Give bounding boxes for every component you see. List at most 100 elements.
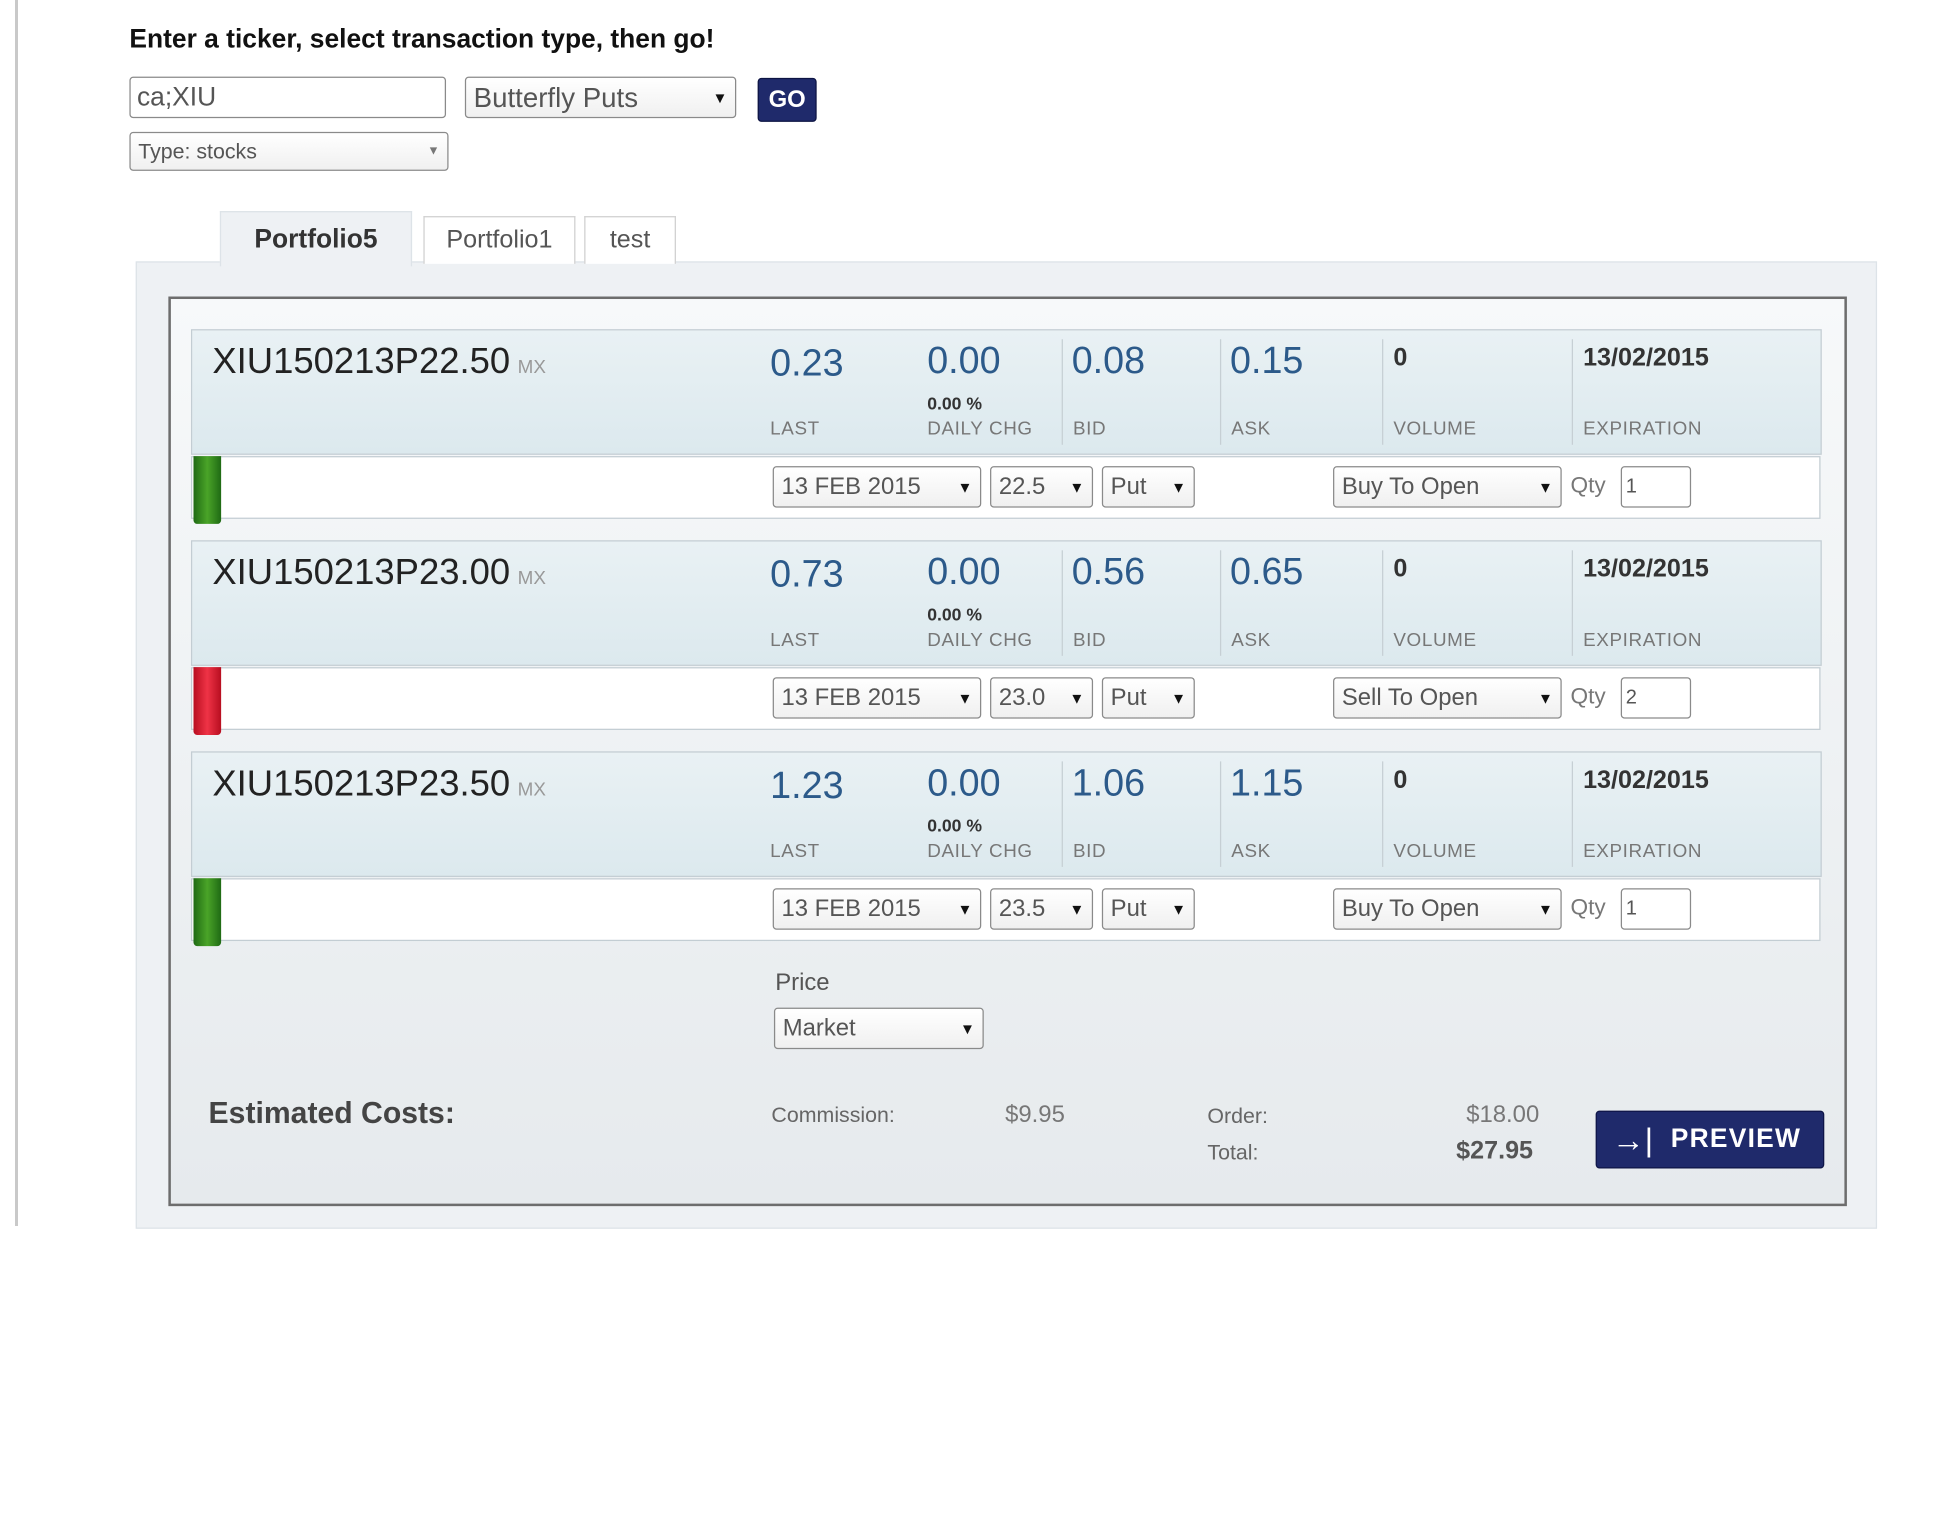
daily-change-pct: 0.00 % (927, 604, 982, 625)
daily-chg-caption: DAILY CHG (927, 840, 1033, 862)
tab-portfolio5[interactable]: Portfolio5 (219, 211, 413, 267)
preview-label: PREVIEW (1670, 1124, 1802, 1154)
ask-price: 1.15 (1230, 762, 1304, 805)
last-caption: LAST (770, 629, 820, 651)
expiration-value: 13/02/2015 (1583, 766, 1709, 795)
symbol-text: XIU150213P23.50 (212, 763, 511, 805)
option-right-select[interactable]: Put ▼ (1101, 888, 1195, 930)
volume-value: 0 (1393, 766, 1408, 795)
bid-caption: BID (1072, 418, 1107, 440)
column-divider (1219, 339, 1222, 445)
sell-leg-marker (193, 667, 222, 735)
column-divider (1061, 339, 1063, 445)
order-entry-page: Enter a ticker, select transaction type,… (0, 0, 1958, 1540)
strike-select[interactable]: 22.5 ▼ (990, 466, 1094, 508)
tab-label: test (609, 226, 651, 254)
commission-value: $9.95 (1005, 1101, 1065, 1129)
option-right-select[interactable]: Put ▼ (1101, 466, 1195, 508)
ticker-input[interactable] (129, 76, 447, 119)
dropdown-arrow-icon: ▼ (1069, 900, 1085, 918)
order-action-select[interactable]: Buy To Open ▼ (1333, 466, 1562, 508)
symbol-text: XIU150213P23.00 (212, 552, 511, 594)
expiration-value: 13/02/2015 (1583, 344, 1709, 372)
dropdown-arrow-icon: ▼ (1069, 478, 1085, 496)
expiry-date-select[interactable]: 13 FEB 2015 ▼ (772, 677, 982, 719)
dropdown-arrow-icon: ▼ (957, 689, 973, 707)
order-action-value: Sell To Open (1341, 684, 1479, 711)
daily-chg-caption: DAILY CHG (927, 418, 1033, 440)
dropdown-arrow-icon: ▼ (1069, 689, 1085, 707)
volume-caption: VOLUME (1393, 629, 1477, 651)
expiration-caption: EXPIRATION (1583, 840, 1703, 862)
buy-leg-marker (193, 456, 222, 524)
volume-caption: VOLUME (1393, 840, 1477, 862)
daily-change-pct: 0.00 % (927, 393, 982, 414)
column-divider (1219, 761, 1222, 867)
tab-test[interactable]: test (584, 216, 676, 264)
order-label: Order: (1207, 1104, 1268, 1129)
order-action-value: Buy To Open (1341, 895, 1480, 922)
exchange-code: MX (517, 778, 546, 801)
order-value: $18.00 (1466, 1101, 1540, 1129)
column-divider (1571, 761, 1574, 867)
column-divider (1382, 339, 1384, 445)
daily-change-pct: 0.00 % (927, 815, 982, 836)
dropdown-arrow-icon: ▼ (1171, 900, 1187, 918)
column-divider (1571, 550, 1574, 656)
daily-change: 0.00 (927, 551, 1001, 594)
dropdown-arrow-icon: ▼ (1171, 478, 1187, 496)
option-right-value: Put (1110, 684, 1147, 711)
preview-button[interactable]: →| PREVIEW (1595, 1110, 1825, 1169)
bid-price: 0.08 (1071, 340, 1146, 382)
expiration-caption: EXPIRATION (1583, 629, 1703, 651)
last-price: 0.73 (770, 554, 844, 596)
expiry-date-select[interactable]: 13 FEB 2015 ▼ (772, 466, 982, 508)
transaction-type-select[interactable]: Butterfly Puts ▼ (464, 76, 737, 119)
strike-select[interactable]: 23.5 ▼ (990, 888, 1094, 930)
bid-price: 0.56 (1071, 551, 1146, 594)
quantity-input[interactable] (1620, 888, 1692, 930)
transaction-type-value: Butterfly Puts (473, 81, 639, 113)
total-label: Total: (1207, 1140, 1259, 1165)
qty-label: Qty (1570, 894, 1606, 920)
prompt-text: Enter a ticker, select transaction type,… (129, 25, 715, 55)
dropdown-arrow-icon: ▼ (1537, 689, 1553, 707)
option-right-select[interactable]: Put ▼ (1101, 677, 1195, 719)
daily-change: 0.00 (927, 762, 1001, 805)
ask-caption: ASK (1231, 840, 1271, 862)
order-action-select[interactable]: Buy To Open ▼ (1333, 888, 1562, 930)
column-divider (1219, 550, 1222, 656)
expiration-value: 13/02/2015 (1583, 555, 1709, 583)
tab-portfolio1[interactable]: Portfolio1 (423, 216, 576, 264)
dropdown-arrow-icon: ▼ (712, 88, 728, 107)
daily-change: 0.00 (927, 340, 1001, 382)
go-button[interactable]: GO (757, 77, 817, 122)
volume-caption: VOLUME (1393, 418, 1477, 440)
bid-caption: BID (1072, 840, 1107, 862)
expiry-date-select[interactable]: 13 FEB 2015 ▼ (772, 888, 982, 930)
price-type-value: Market (782, 1014, 856, 1041)
dropdown-arrow-icon: ▼ (427, 144, 440, 159)
column-divider (1382, 761, 1384, 867)
security-type-select[interactable]: Type: stocks ▼ (129, 131, 449, 171)
ask-caption: ASK (1231, 629, 1271, 651)
price-type-select[interactable]: Market ▼ (773, 1007, 984, 1050)
option-symbol: XIU150213P23.50 MX (212, 764, 546, 805)
option-right-value: Put (1110, 895, 1147, 922)
quantity-input[interactable] (1620, 677, 1692, 719)
ask-price: 0.15 (1230, 340, 1304, 382)
option-right-value: Put (1110, 473, 1147, 500)
option-symbol: XIU150213P22.50 MX (212, 342, 546, 383)
exchange-code: MX (517, 567, 546, 590)
quantity-input[interactable] (1620, 466, 1692, 508)
order-action-select[interactable]: Sell To Open ▼ (1333, 677, 1562, 719)
volume-value: 0 (1393, 555, 1408, 583)
buy-leg-marker (193, 878, 222, 947)
option-symbol: XIU150213P23.00 MX (212, 553, 546, 594)
order-action-value: Buy To Open (1341, 473, 1480, 500)
arrow-right-to-bar-icon: →| (1611, 1120, 1654, 1158)
strike-value: 23.0 (998, 684, 1046, 711)
total-value: $27.95 (1456, 1137, 1534, 1165)
strike-select[interactable]: 23.0 ▼ (990, 677, 1094, 719)
dropdown-arrow-icon: ▼ (1537, 478, 1553, 496)
